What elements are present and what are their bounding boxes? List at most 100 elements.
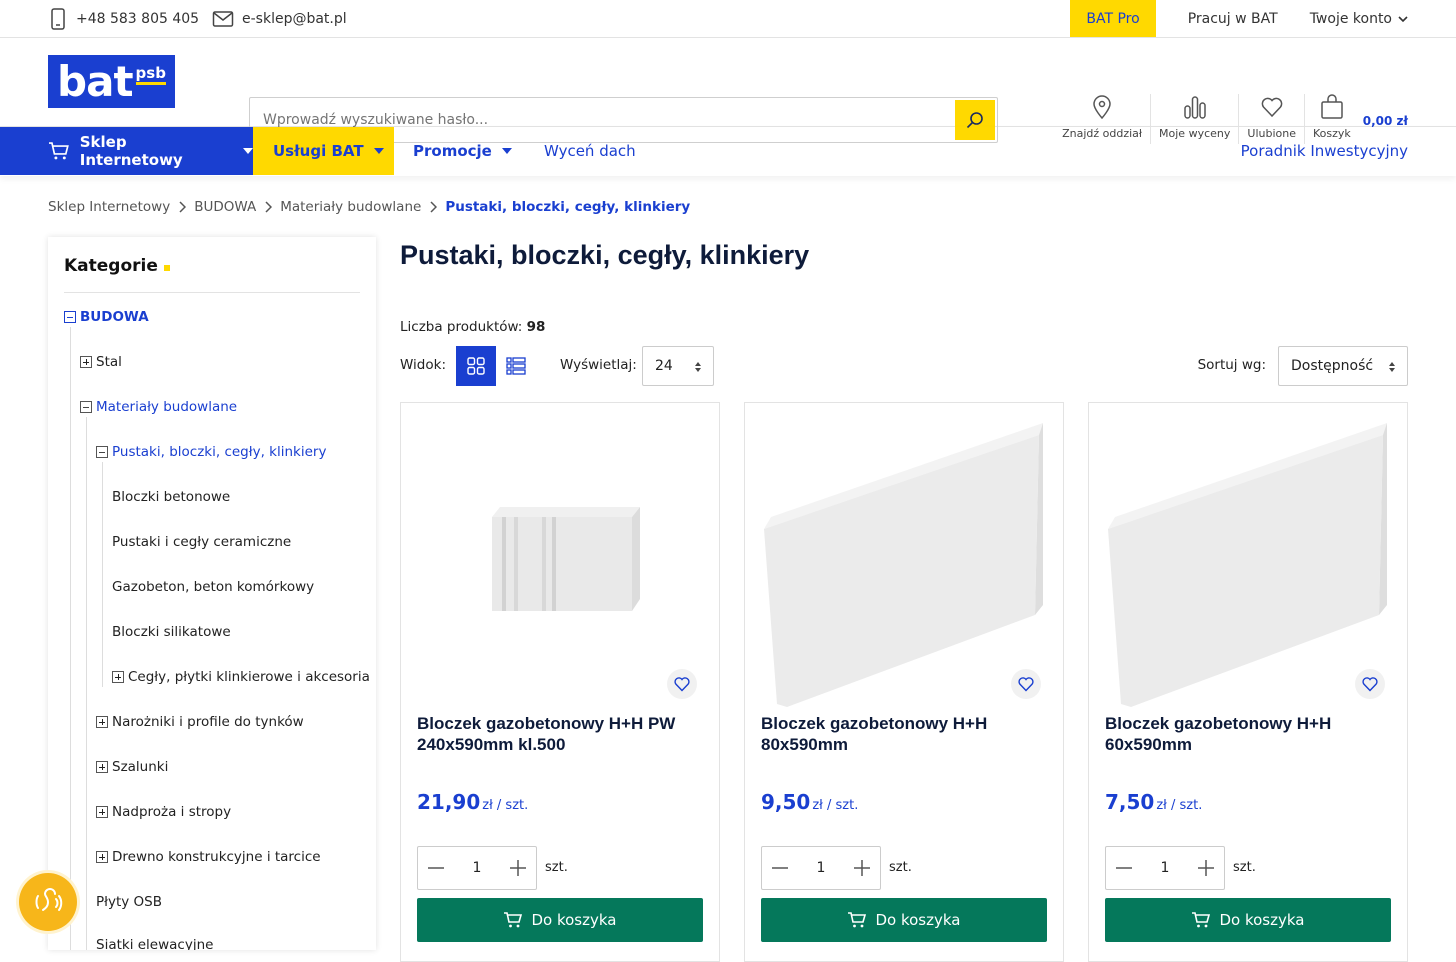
expand-icon[interactable] <box>112 671 124 683</box>
category-label: Cegły, płytki klinkierowe i akcesoria <box>128 669 370 685</box>
quantity-input[interactable]: 1 <box>1161 860 1170 876</box>
category-label: BUDOWA <box>80 309 149 325</box>
list-icon <box>506 357 526 375</box>
category-bloczki-betonowe[interactable]: Bloczki betonowe <box>112 489 230 505</box>
category-siatki[interactable]: Siatki elewacyjne <box>96 937 213 950</box>
sort-select[interactable]: Dostępność <box>1278 346 1408 386</box>
category-szalunki[interactable]: Szalunki <box>96 759 168 775</box>
quantity-unit: szt. <box>545 860 568 875</box>
per-page-select[interactable]: 24 <box>642 346 714 386</box>
chevron-down-icon <box>1398 15 1408 23</box>
expand-icon[interactable] <box>96 761 108 773</box>
breadcrumb-item[interactable]: BUDOWA <box>194 199 256 215</box>
select-arrows-icon <box>695 362 701 372</box>
category-drewno[interactable]: Drewno konstrukcyjne i tarcice <box>96 849 321 865</box>
quantity-stepper: 1 <box>417 846 537 890</box>
breadcrumb-item[interactable]: Sklep Internetowy <box>48 199 170 215</box>
breadcrumb-item[interactable]: Materiały budowlane <box>280 199 421 215</box>
listing-toolbar: Widok: Wyświetlaj: 24 Sortuj wg: Dostępn… <box>400 346 1408 386</box>
collapse-icon[interactable] <box>64 311 76 323</box>
add-to-favorites-button[interactable] <box>1011 669 1041 699</box>
category-silikatowe[interactable]: Bloczki silikatowe <box>112 624 231 640</box>
product-card[interactable]: Bloczek gazobetonowy H+H PW 240x590mm kl… <box>400 402 720 962</box>
category-label: Szalunki <box>112 759 169 775</box>
quantity-input[interactable]: 1 <box>473 860 482 876</box>
nav-promo-label: Promocje <box>413 142 492 160</box>
email-contact[interactable]: e-sklep@bat.pl <box>212 0 347 37</box>
product-image[interactable] <box>1105 419 1391 709</box>
career-link[interactable]: Pracuj w BAT <box>1156 11 1278 27</box>
add-to-cart-button[interactable]: Do koszyka <box>1105 898 1391 942</box>
plus-icon[interactable] <box>509 860 526 876</box>
add-to-cart-button[interactable]: Do koszyka <box>761 898 1047 942</box>
product-card[interactable]: Bloczek gazobetonowy H+H 60x590mm 7,50 zł… <box>1088 402 1408 962</box>
collapse-icon[interactable] <box>96 446 108 458</box>
expand-icon[interactable] <box>96 851 108 863</box>
category-nadproza[interactable]: Nadproża i stropy <box>96 804 231 820</box>
plus-icon[interactable] <box>1197 860 1214 876</box>
minus-icon[interactable] <box>1116 860 1132 876</box>
top-bar: +48 583 805 405 e-sklep@bat.pl BAT Pro P… <box>0 0 1456 38</box>
add-to-favorites-button[interactable] <box>667 669 697 699</box>
nav-shop[interactable]: Sklep Internetowy <box>0 127 253 175</box>
add-to-cart-label: Do koszyka <box>875 911 961 929</box>
product-image[interactable] <box>417 419 703 709</box>
category-pustaki[interactable]: Pustaki, bloczki, cegły, klinkiery <box>96 444 326 460</box>
category-narozniki[interactable]: Narożniki i profile do tynków <box>96 714 304 730</box>
nav-investment-guide[interactable]: Poradnik Inwestycyjny <box>1241 127 1408 175</box>
caret-down-icon <box>373 148 384 154</box>
nav-services[interactable]: Usługi BAT <box>253 127 394 175</box>
heart-icon <box>1018 677 1034 692</box>
quantity-unit: szt. <box>889 860 912 875</box>
grid-icon <box>467 357 485 375</box>
add-to-favorites-button[interactable] <box>1355 669 1385 699</box>
quantity-input[interactable]: 1 <box>817 860 826 876</box>
category-pustaki-ceramiczne[interactable]: Pustaki i cegły ceramiczne <box>112 534 291 550</box>
price-unit: zł / szt. <box>812 798 859 813</box>
price-unit: zł / szt. <box>482 798 529 813</box>
sidebar-title: Kategorie <box>64 256 170 276</box>
list-view-button[interactable] <box>496 346 536 386</box>
product-name[interactable]: Bloczek gazobetonowy H+H 60x590mm <box>1105 713 1395 755</box>
category-klinkier[interactable]: Cegły, płytki klinkierowe i akcesoria <box>112 669 370 685</box>
cart-value[interactable]: 0,00 zł <box>1363 114 1408 128</box>
product-count: Liczba produktów: 98 <box>400 319 545 335</box>
quantity-stepper: 1 <box>761 846 881 890</box>
chevron-right-icon <box>178 201 187 213</box>
price-unit: zł / szt. <box>1156 798 1203 813</box>
category-materialy[interactable]: Materiały budowlane <box>80 399 237 415</box>
category-osb[interactable]: Płyty OSB <box>96 894 162 910</box>
category-gazobeton[interactable]: Gazobeton, beton komórkowy <box>112 579 314 595</box>
breadcrumb: Sklep Internetowy BUDOWA Materiały budow… <box>48 199 690 215</box>
chevron-right-icon <box>429 201 438 213</box>
expand-icon[interactable] <box>96 806 108 818</box>
bat-pro-link[interactable]: BAT Pro <box>1070 0 1156 37</box>
bat-psb-logo[interactable]: bat psb <box>48 55 175 108</box>
phone-contact[interactable]: +48 583 805 405 <box>48 0 199 37</box>
expand-icon[interactable] <box>80 356 92 368</box>
grid-view-button[interactable] <box>456 346 496 386</box>
minus-icon[interactable] <box>428 860 444 876</box>
add-to-cart-button[interactable]: Do koszyka <box>417 898 703 942</box>
product-name[interactable]: Bloczek gazobetonowy H+H 80x590mm <box>761 713 1051 755</box>
sort-value: Dostępność <box>1291 358 1374 374</box>
product-image[interactable] <box>761 419 1047 709</box>
minus-icon[interactable] <box>772 860 788 876</box>
product-card[interactable]: Bloczek gazobetonowy H+H 80x590mm 9,50 zł… <box>744 402 1064 962</box>
accessibility-button[interactable] <box>19 873 77 931</box>
category-label: Nadproża i stropy <box>112 804 232 820</box>
caret-down-icon <box>501 148 512 154</box>
price-value: 9,50 <box>761 790 811 814</box>
collapse-icon[interactable] <box>80 401 92 413</box>
category-stal[interactable]: Stal <box>80 354 122 370</box>
expand-icon[interactable] <box>96 716 108 728</box>
quantity-stepper: 1 <box>1105 846 1225 890</box>
category-budowa[interactable]: BUDOWA <box>64 309 149 325</box>
nav-roof-quote[interactable]: Wyceń dach <box>544 127 636 175</box>
product-name[interactable]: Bloczek gazobetonowy H+H PW 240x590mm kl… <box>417 713 707 755</box>
plus-icon[interactable] <box>853 860 870 876</box>
breadcrumb-current: Pustaki, bloczki, cegły, klinkiery <box>445 199 691 215</box>
heart-icon <box>1261 97 1283 118</box>
account-menu[interactable]: Twoje konto <box>1278 11 1408 27</box>
nav-promotions[interactable]: Promocje <box>413 127 512 175</box>
